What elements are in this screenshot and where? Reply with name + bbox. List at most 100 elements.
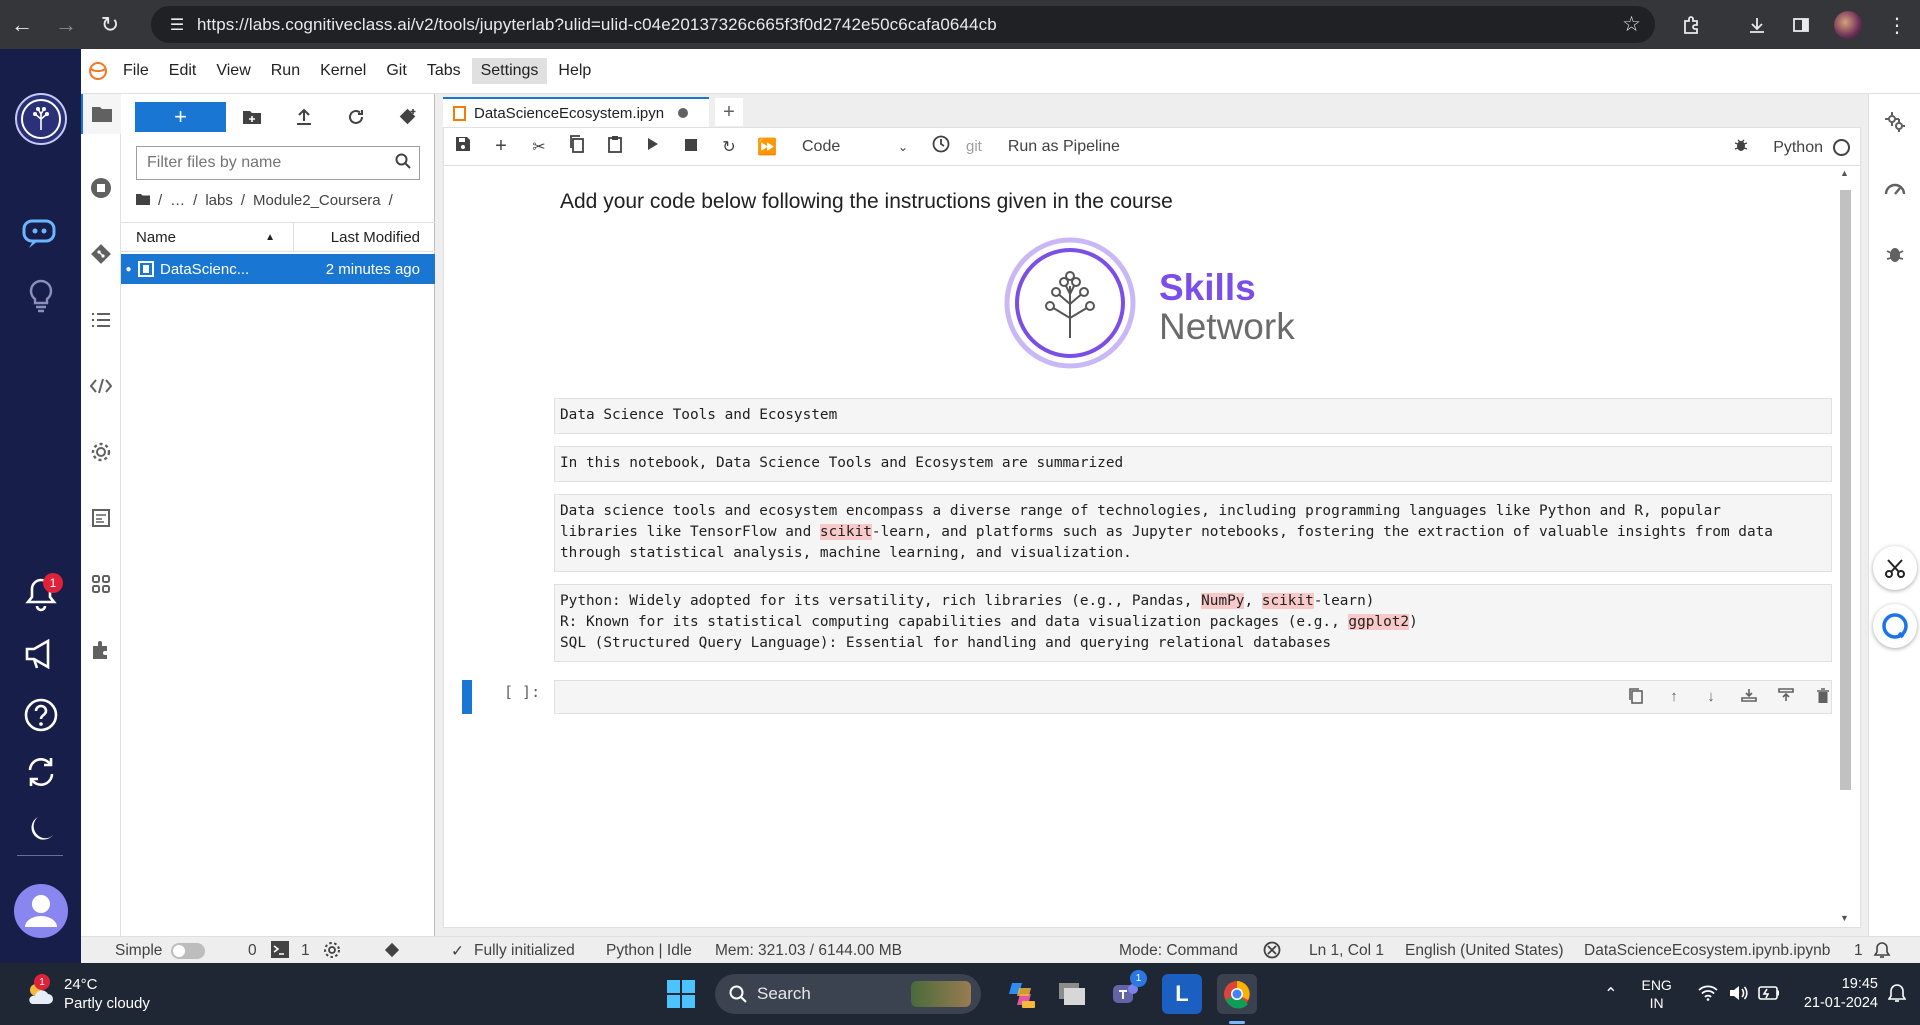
menu-kernel[interactable]: Kernel (311, 58, 375, 84)
kernel-status[interactable]: Python | Idle (606, 942, 692, 960)
windows-start-icon[interactable] (661, 974, 701, 1014)
site-info-icon[interactable]: ☰ (157, 15, 197, 35)
simple-mode-toggle[interactable] (171, 943, 205, 959)
lsp-status[interactable]: Fully initialized (474, 942, 575, 960)
file-explorer-icon[interactable] (1052, 974, 1092, 1014)
wifi-icon[interactable] (1698, 985, 1718, 1004)
upload-icon[interactable] (278, 108, 330, 126)
menu-file[interactable]: File (114, 58, 158, 84)
property-inspector-icon[interactable] (1875, 102, 1915, 142)
download-icon[interactable] (1742, 10, 1772, 40)
extension-manager-icon[interactable] (81, 498, 121, 538)
delete-cell-icon[interactable] (1812, 688, 1834, 708)
snipping-tool-fab[interactable] (1873, 546, 1917, 590)
menu-git[interactable]: Git (377, 58, 415, 84)
home-folder-icon[interactable] (136, 192, 150, 209)
forward-button[interactable]: → (44, 0, 88, 49)
notifications-bell-icon[interactable]: 1 (0, 569, 81, 619)
kernel-name[interactable]: Python (1773, 139, 1823, 157)
menu-settings[interactable]: Settings (471, 58, 548, 84)
debugger-icon[interactable] (1875, 234, 1915, 274)
volume-icon[interactable] (1728, 985, 1748, 1004)
terminal-count[interactable]: 0 (248, 942, 257, 960)
new-launcher-button[interactable]: + (135, 101, 226, 132)
clock-history-icon[interactable] (922, 135, 960, 158)
skills-network-logo[interactable] (0, 87, 81, 151)
add-tab-button[interactable]: + (715, 98, 743, 126)
running-kernels-stop-icon[interactable] (81, 168, 121, 208)
side-panel-icon[interactable] (1786, 10, 1816, 40)
git-clone-icon[interactable] (382, 107, 434, 127)
address-bar[interactable]: ☰ https://labs.cognitiveclass.ai/v2/tool… (151, 6, 1655, 43)
puzzle-extensions-icon[interactable] (81, 630, 121, 670)
scrollbar-thumb[interactable] (1840, 190, 1851, 790)
user-avatar-icon[interactable] (0, 883, 81, 939)
markdown-cell-3[interactable]: Data science tools and ecosystem encompa… (554, 494, 1832, 572)
chat-assistant-icon[interactable] (0, 209, 81, 259)
components-icon[interactable] (81, 564, 121, 604)
paste-icon[interactable] (596, 135, 634, 158)
url-text[interactable]: https://labs.cognitiveclass.ai/v2/tools/… (197, 15, 997, 35)
interrupt-kernel-icon[interactable] (672, 138, 710, 156)
copy-icon[interactable] (558, 135, 596, 158)
profile-avatar[interactable] (1834, 11, 1862, 39)
menu-view[interactable]: View (207, 58, 259, 84)
column-name-header[interactable]: Name ▲ (121, 222, 294, 252)
markdown-cell-2[interactable]: In this notebook, Data Science Tools and… (554, 446, 1832, 482)
spellcheck-language[interactable]: English (United States) (1405, 942, 1564, 960)
new-folder-icon[interactable] (226, 109, 278, 125)
git-branch-icon[interactable] (383, 941, 401, 964)
tab-notebook[interactable]: DataScienceEcosystem.ipyn (443, 97, 709, 127)
file-list-item[interactable]: ● DataScienc... 2 minutes ago (121, 254, 435, 284)
refresh-icon[interactable] (330, 108, 382, 126)
cut-icon[interactable]: ✂ (520, 137, 558, 157)
git-diff-label[interactable]: git (966, 138, 982, 155)
insert-below-icon[interactable] (1775, 688, 1797, 706)
l-app-icon[interactable]: L (1162, 974, 1202, 1014)
property-inspector-gear-icon[interactable] (81, 432, 121, 472)
menu-tabs[interactable]: Tabs (418, 58, 470, 84)
cell-type-select[interactable]: Code ⌄ (796, 138, 914, 156)
insert-cell-icon[interactable]: + (482, 135, 520, 158)
insert-above-icon[interactable] (1738, 688, 1760, 706)
battery-icon[interactable] (1758, 985, 1780, 1003)
notification-bell-icon[interactable] (1873, 941, 1891, 964)
tray-overflow-chevron-icon[interactable]: ⌃ (1604, 984, 1617, 1004)
code-cell-editor[interactable]: ↑ ↓ (554, 680, 1832, 714)
lsp-check-icon[interactable]: ✓ (451, 942, 464, 961)
back-button[interactable]: ← (0, 0, 44, 49)
breadcrumb-module2[interactable]: Module2_Coursera (253, 192, 381, 209)
move-up-icon[interactable]: ↑ (1663, 688, 1685, 705)
notification-count[interactable]: 1 (1854, 942, 1863, 960)
bookmark-star-icon[interactable]: ☆ (1622, 12, 1641, 37)
menu-edit[interactable]: Edit (160, 58, 206, 84)
filter-files-input[interactable] (147, 154, 377, 172)
extensions-icon[interactable] (1676, 10, 1706, 40)
column-modified-header[interactable]: Last Modified (294, 229, 435, 246)
scroll-up-arrow-icon[interactable]: ▲ (1840, 168, 1849, 178)
chrome-menu-icon[interactable]: ⋮ (1882, 10, 1912, 40)
move-down-icon[interactable]: ↓ (1700, 688, 1722, 705)
git-icon[interactable] (81, 234, 121, 274)
file-browser-folder-icon[interactable] (81, 94, 121, 134)
markdown-cell-4[interactable]: Python: Widely adopted for its versatili… (554, 584, 1832, 662)
language-indicator[interactable]: ENG IN (1641, 976, 1671, 1012)
restart-kernel-icon[interactable]: ↻ (710, 137, 748, 157)
copilot-icon[interactable] (1001, 974, 1041, 1014)
kernel-count[interactable]: 1 (301, 942, 310, 960)
resource-usage-gauge-icon[interactable] (1875, 168, 1915, 208)
reload-button[interactable]: ↻ (88, 0, 132, 49)
help-icon[interactable] (0, 690, 81, 740)
trusted-shield-icon[interactable] (1263, 941, 1281, 964)
menu-run[interactable]: Run (262, 58, 309, 84)
run-cell-icon[interactable] (634, 137, 672, 156)
restart-run-all-icon[interactable]: ⏩ (748, 137, 786, 157)
lightbulb-icon[interactable] (0, 271, 81, 321)
chrome-taskbar-icon[interactable] (1217, 974, 1257, 1014)
sync-icon[interactable] (0, 747, 81, 797)
teams-icon[interactable]: 1 (1106, 970, 1147, 1014)
breadcrumb-labs[interactable]: labs (205, 192, 233, 209)
scroll-down-arrow-icon[interactable]: ▼ (1840, 913, 1849, 923)
announcements-megaphone-icon[interactable] (0, 629, 81, 679)
filter-files-field[interactable] (136, 146, 420, 180)
